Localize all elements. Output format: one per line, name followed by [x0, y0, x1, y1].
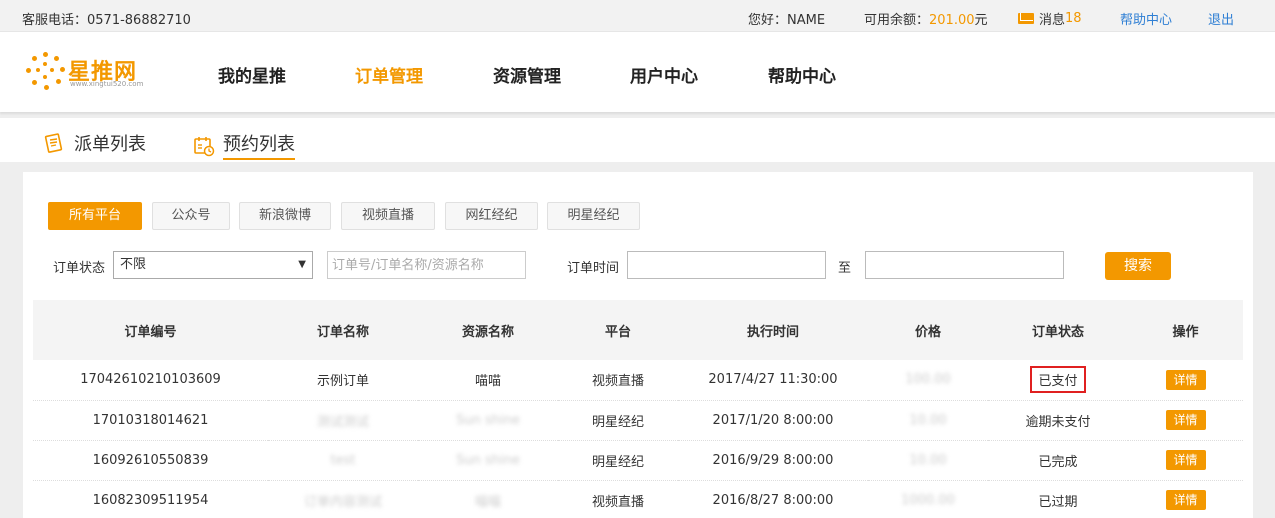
messages-label: 消息 [1039, 13, 1066, 28]
main-header: 星推网 www.xingtui520.com 我的星推 订单管理 资源管理 用户… [0, 32, 1275, 112]
chip-celebrity-agency[interactable]: 明星经纪 [547, 202, 640, 230]
detail-button[interactable]: 详情 [1165, 490, 1206, 510]
tab-reservation-list[interactable]: 预约列表 [193, 130, 295, 160]
col-resource-name: 资源名称 [418, 300, 558, 360]
resource-name: 喵喵 [418, 360, 558, 401]
order-status: 已过期 [988, 480, 1128, 518]
table-row: 16092610550839 test Sun shine 明星经纪 2016/… [33, 440, 1243, 481]
nav-my-xingtui[interactable]: 我的星推 [218, 62, 286, 87]
order-status: 已支付 [1030, 366, 1086, 394]
site-logo[interactable]: 星推网 www.xingtui520.com [24, 50, 154, 94]
order-id: 16082309511954 [33, 480, 268, 518]
execution-time: 2017/1/20 8:00:00 [678, 400, 868, 441]
order-id: 17010318014621 [33, 400, 268, 441]
price: 1000.00 [868, 480, 988, 518]
actions-cell: 详情 [1128, 480, 1243, 518]
messages-count: 18 [1065, 11, 1082, 26]
col-price: 价格 [868, 300, 988, 360]
execution-time: 2016/9/29 8:00:00 [678, 440, 868, 481]
platform: 视频直播 [558, 480, 678, 518]
date-range-to-label: 至 [838, 261, 852, 276]
service-hotline: 客服电话：0571-86882710 [22, 13, 191, 28]
chip-official-account[interactable]: 公众号 [152, 202, 230, 230]
order-status-value: 不限 [120, 257, 147, 272]
help-center-link[interactable]: 帮助中心 [1120, 9, 1172, 28]
tab-dispatch-list-label: 派单列表 [74, 134, 146, 155]
start-date-input[interactable] [627, 251, 826, 279]
chip-all-platforms[interactable]: 所有平台 [48, 202, 142, 230]
resource-name: Sun shine [418, 440, 558, 481]
platform: 视频直播 [558, 360, 678, 401]
execution-time: 2017/4/27 11:30:00 [678, 360, 868, 401]
order-status: 逾期未支付 [988, 400, 1128, 441]
chip-video-live[interactable]: 视频直播 [341, 202, 435, 230]
order-status-cell: 已支付 [988, 360, 1128, 401]
keyword-search-input[interactable] [327, 251, 526, 279]
balance-label: 可用余额： [864, 13, 930, 28]
col-platform: 平台 [558, 300, 678, 360]
detail-button[interactable]: 详情 [1165, 410, 1206, 430]
table-row: 17010318014621 测试测试 Sun shine 明星经纪 2017/… [33, 400, 1243, 441]
order-time-label: 订单时间 [567, 261, 620, 276]
account-balance: 可用余额：201.00元 [864, 9, 988, 28]
logo-url: www.xingtui520.com [70, 80, 144, 88]
order-status-select[interactable]: 不限 ▼ [113, 251, 313, 279]
table-row: 16082309511954 订单内容测试 喵喵 视频直播 2016/8/27 … [33, 480, 1243, 518]
calendar-clock-icon [193, 135, 215, 157]
actions-cell: 详情 [1128, 360, 1243, 401]
balance-amount: 201.00 [929, 13, 975, 28]
order-name: 订单内容测试 [268, 480, 418, 518]
resource-name: Sun shine [418, 400, 558, 441]
col-actions: 操作 [1128, 300, 1243, 360]
price: 100.00 [868, 360, 988, 401]
end-date-input[interactable] [865, 251, 1064, 279]
nav-resource-management[interactable]: 资源管理 [493, 62, 561, 87]
search-button[interactable]: 搜索 [1105, 252, 1171, 280]
chip-influencer-agency[interactable]: 网红经纪 [445, 202, 538, 230]
logout-link[interactable]: 退出 [1208, 9, 1234, 28]
order-name: test [268, 440, 418, 481]
detail-button[interactable]: 详情 [1165, 369, 1206, 390]
platform: 明星经纪 [558, 400, 678, 441]
order-id: 16092610550839 [33, 440, 268, 481]
order-name: 示例订单 [268, 360, 418, 401]
mail-icon [1018, 13, 1034, 24]
chip-sina-weibo[interactable]: 新浪微博 [239, 202, 331, 230]
col-order-status: 订单状态 [988, 300, 1128, 360]
messages-link[interactable]: 消息 18 [1018, 9, 1082, 28]
price: 10.00 [868, 400, 988, 441]
order-id: 17042610210103609 [33, 360, 268, 401]
tab-dispatch-list[interactable]: 派单列表 [44, 130, 146, 156]
tab-reservation-list-label: 预约列表 [223, 130, 295, 160]
col-execution-time: 执行时间 [678, 300, 868, 360]
nav-help-center[interactable]: 帮助中心 [768, 62, 836, 87]
detail-button[interactable]: 详情 [1165, 450, 1206, 470]
table-header-row: 订单编号 订单名称 资源名称 平台 执行时间 价格 订单状态 操作 [33, 300, 1243, 360]
table-row: 17042610210103609 示例订单 喵喵 视频直播 2017/4/27… [33, 360, 1243, 401]
execution-time: 2016/8/27 8:00:00 [678, 480, 868, 518]
dropdown-arrow-icon: ▼ [298, 259, 306, 270]
order-status-label: 订单状态 [53, 261, 106, 276]
price: 10.00 [868, 440, 988, 481]
filter-bar: 订单状态 不限 ▼ 订单时间 至 搜索 [23, 250, 1253, 280]
actions-cell: 详情 [1128, 440, 1243, 481]
content-panel: 所有平台 公众号 新浪微博 视频直播 网红经纪 明星经纪 订单状态 不限 ▼ 订… [23, 172, 1253, 518]
order-status: 已完成 [988, 440, 1128, 481]
actions-cell: 详情 [1128, 400, 1243, 441]
user-greeting: 您好：NAME [748, 13, 826, 28]
order-name: 测试测试 [268, 400, 418, 441]
col-order-name: 订单名称 [268, 300, 418, 360]
top-bar: 客服电话：0571-86882710 您好：NAME 可用余额：201.00元 … [0, 0, 1275, 32]
clipboard-icon [44, 133, 64, 153]
reservation-table: 订单编号 订单名称 资源名称 平台 执行时间 价格 订单状态 操作 170426… [33, 300, 1243, 518]
col-order-id: 订单编号 [33, 300, 268, 360]
nav-user-center[interactable]: 用户中心 [630, 62, 698, 87]
platform: 明星经纪 [558, 440, 678, 481]
sub-tabs: 派单列表 预约列表 [0, 118, 1275, 162]
nav-order-management[interactable]: 订单管理 [355, 62, 423, 87]
balance-unit: 元 [974, 13, 988, 28]
logo-mark-icon [24, 50, 68, 94]
resource-name: 喵喵 [418, 480, 558, 518]
